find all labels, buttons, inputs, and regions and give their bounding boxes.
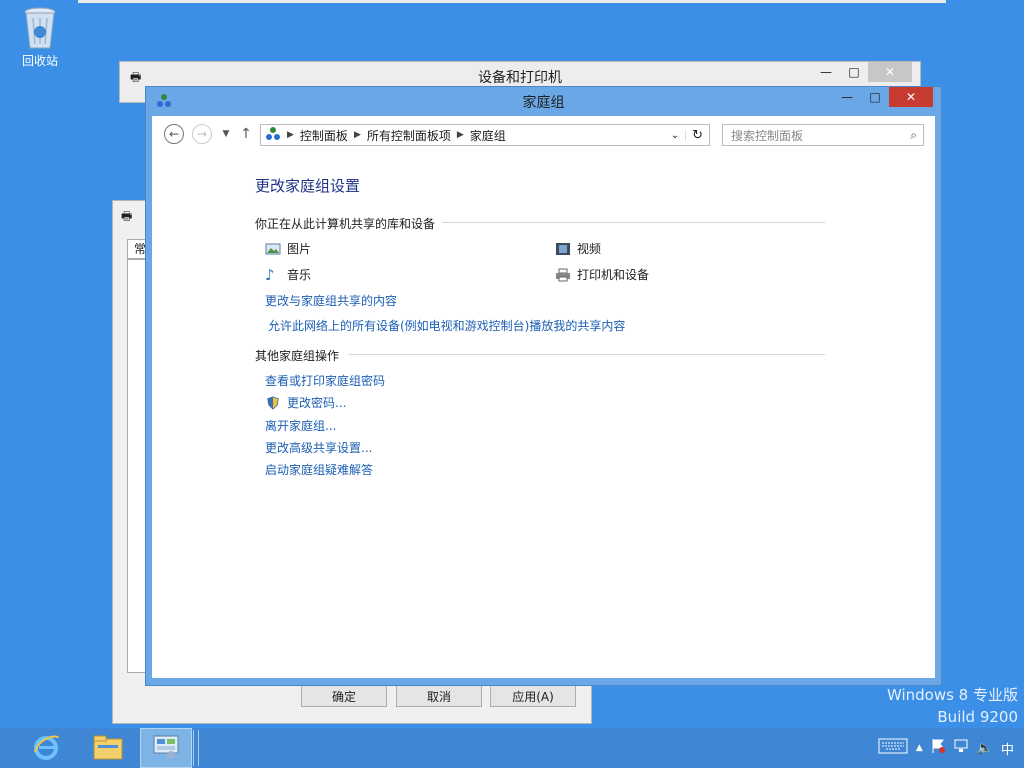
shared-item-pictures: 图片 [265,240,311,257]
search-placeholder: 搜索控制面板 [731,128,804,143]
music-label: 音乐 [287,268,312,282]
window-title: 设备和打印机 [478,70,562,86]
search-input[interactable]: 搜索控制面板 ⌕ [722,124,924,146]
maximize-button[interactable]: □ [861,87,889,107]
view-print-password-link[interactable]: 查看或打印家庭组密码 [265,372,385,389]
shared-item-music: ♪ 音乐 [265,266,311,283]
close-button[interactable]: ✕ [889,87,933,107]
forward-button[interactable]: → [192,124,212,144]
printers-label: 打印机和设备 [577,268,650,282]
page-title: 更改家庭组设置 [255,177,361,195]
minimize-button[interactable]: — [812,62,840,82]
window-content: ← → ▼ ↑ ▶ 控制面板 ▶ 所有控制面板项 ▶ 家庭组 ⌄ ↻ 搜索控制面… [152,116,935,678]
homegroup-window[interactable]: 家庭组 — □ ✕ ← → ▼ ↑ ▶ 控制面板 ▶ 所有控制面板项 ▶ 家庭组… [145,86,942,686]
network-icon[interactable] [953,738,969,758]
minimize-button[interactable]: — [833,87,861,107]
change-password-row[interactable]: 更改密码... [265,394,346,411]
address-bar[interactable]: ▶ 控制面板 ▶ 所有控制面板项 ▶ 家庭组 ⌄ ↻ [260,124,710,146]
homegroup-small-icon [265,126,281,145]
printer-check-icon: 🖶 [121,209,133,223]
search-icon[interactable]: ⌕ [910,128,923,143]
allow-devices-stream-link[interactable]: 允许此网络上的所有设备(例如电视和游戏控制台)播放我的共享内容 [268,317,625,334]
address-dropdown-icon[interactable]: ⌄ [665,129,687,141]
change-shared-content-link[interactable]: 更改与家庭组共享的内容 [265,292,397,309]
music-icon: ♪ [265,265,275,284]
recycle-bin-shortcut[interactable]: 回收站 [14,6,66,69]
up-button[interactable]: ↑ [236,124,256,144]
file-explorer-button[interactable] [82,728,134,768]
taskbar-stack-edge [193,730,199,766]
breadcrumb-homegroup[interactable]: 家庭组 [470,127,506,144]
pictures-label: 图片 [287,242,312,256]
breadcrumb-separator-icon: ▶ [456,130,464,140]
taskbar: ▲ 🔈 中 [0,728,1024,768]
recent-locations-chevron-icon[interactable]: ▼ [216,124,236,144]
divider [349,354,825,355]
shared-item-videos: 视频 [555,240,601,257]
watermark-build: Build 9200 [937,708,1018,726]
background-window-edge [78,0,946,3]
other-section-label: 其他家庭组操作 [255,349,340,363]
recycle-bin-label: 回收站 [21,54,58,68]
control-panel-icon [151,733,181,764]
shared-item-printers: 打印机和设备 [555,266,649,283]
touch-keyboard-icon[interactable] [878,738,908,758]
printer-icon [555,268,571,282]
action-center-flag-icon[interactable] [931,738,945,758]
system-tray: ▲ 🔈 中 [878,738,1014,758]
change-password-link[interactable]: 更改密码... [287,394,346,411]
close-button[interactable]: ✕ [868,62,912,82]
breadcrumb-separator-icon: ▶ [353,130,361,140]
advanced-sharing-link[interactable]: 更改高级共享设置... [265,439,372,456]
internet-explorer-icon [31,732,61,765]
ime-indicator[interactable]: 中 [1001,739,1014,758]
show-hidden-icons-chevron-icon[interactable]: ▲ [916,743,923,753]
volume-icon[interactable]: 🔈 [977,741,993,756]
troubleshooter-link[interactable]: 启动家庭组疑难解答 [265,461,373,478]
uac-shield-icon [265,395,281,410]
watermark-edition: Windows 8 专业版 [886,686,1018,704]
maximize-button[interactable]: □ [840,62,868,82]
leave-homegroup-link[interactable]: 离开家庭组... [265,417,336,434]
apply-button[interactable]: 应用(A) [490,685,576,707]
os-watermark: Windows 8 专业版 Build 9200 [887,684,1018,728]
cancel-button[interactable]: 取消 [396,685,482,707]
pictures-icon [265,242,281,256]
breadcrumb-separator-icon: ▶ [287,130,294,140]
divider [442,222,825,223]
folder-icon [92,733,124,764]
refresh-icon[interactable]: ↻ [686,128,709,143]
shared-section-label: 你正在从此计算机共享的库和设备 [255,217,436,231]
back-button[interactable]: ← [164,124,184,144]
breadcrumb-control-panel[interactable]: 控制面板 [300,127,348,144]
control-panel-taskbar-button[interactable] [140,728,192,768]
videos-label: 视频 [577,242,602,256]
ok-button[interactable]: 确定 [301,685,387,707]
video-icon [555,242,571,256]
internet-explorer-button[interactable] [20,728,72,768]
window-title: 家庭组 [522,95,565,111]
recycle-bin-icon [23,6,57,50]
breadcrumb-all-items[interactable]: 所有控制面板项 [367,127,451,144]
